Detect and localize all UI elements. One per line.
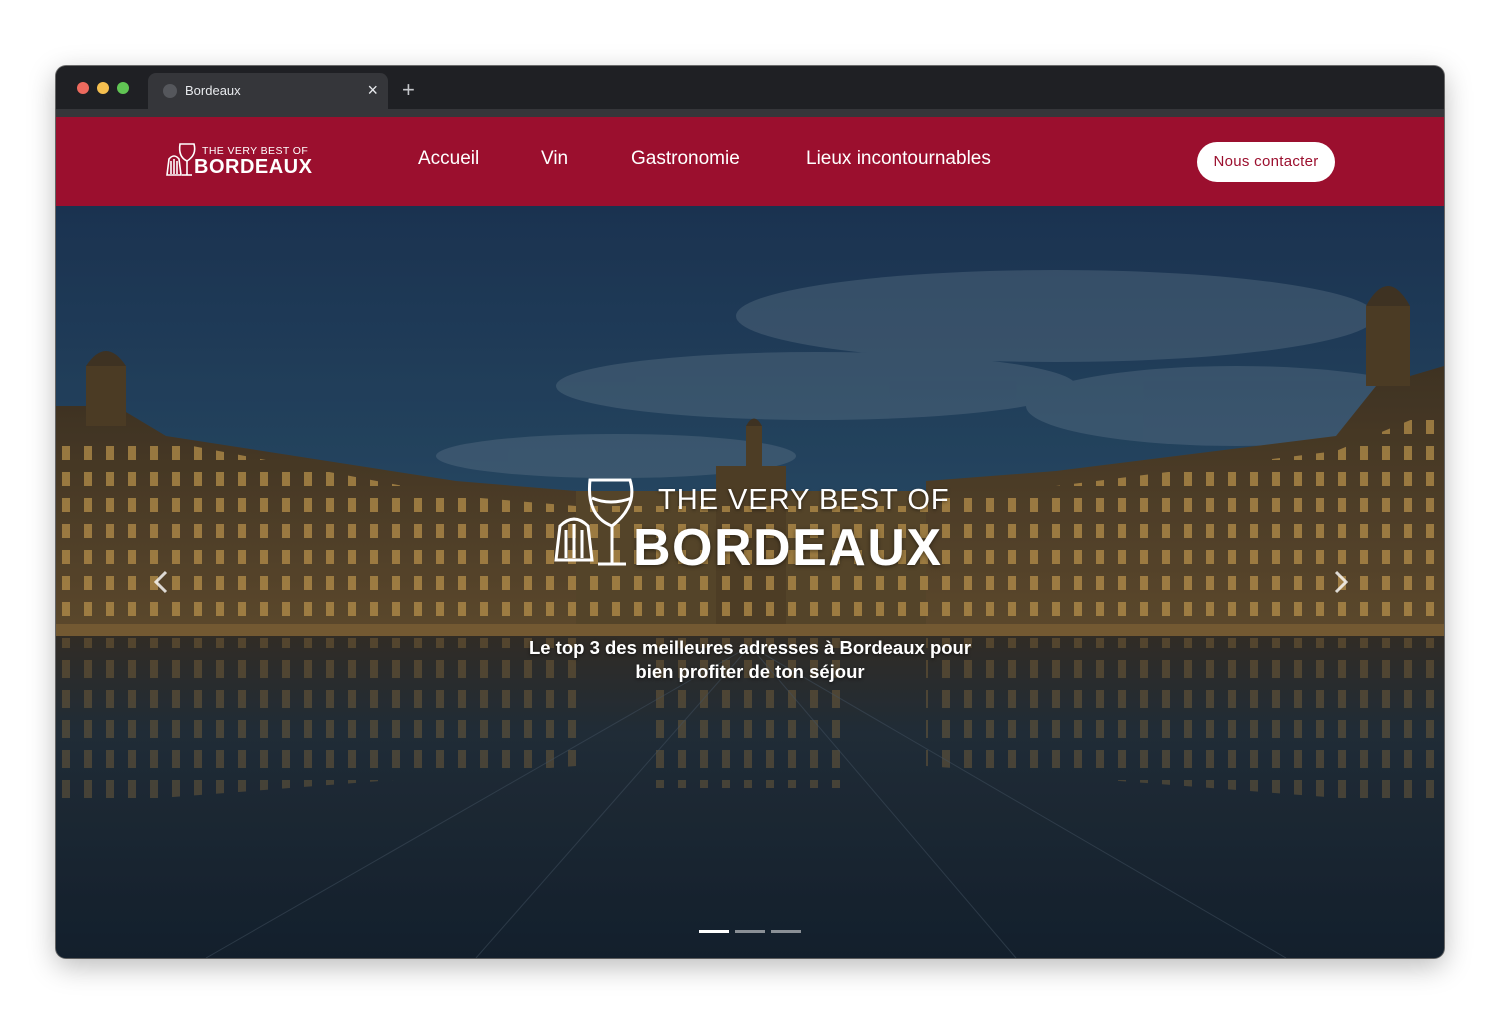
close-window-button[interactable] <box>77 82 89 94</box>
minimize-window-button[interactable] <box>97 82 109 94</box>
carousel-indicator-3[interactable] <box>771 930 801 933</box>
carousel-indicator-1[interactable] <box>699 930 729 933</box>
carousel-next-button[interactable] <box>1326 562 1356 602</box>
new-tab-button[interactable]: + <box>402 78 415 102</box>
tab-strip-bottom <box>56 109 1444 117</box>
contact-button[interactable]: Nous contacter <box>1197 142 1335 182</box>
hero-overlay <box>56 206 1444 958</box>
close-tab-icon[interactable]: × <box>367 79 378 101</box>
nav-link-vin[interactable]: Vin <box>541 148 568 170</box>
site-header: THE VERY BEST OF BORDEAUX Accueil Vin Ga… <box>56 117 1444 206</box>
hero-logo: THE VERY BEST OF BORDEAUX <box>548 476 958 577</box>
site-logo[interactable]: THE VERY BEST OF BORDEAUX <box>164 139 313 183</box>
hero-tagline-line-2: bien profiter de ton séjour <box>635 661 865 682</box>
zoom-window-button[interactable] <box>117 82 129 94</box>
hero-tagline-line-1: Le top 3 des meilleures adresses à Borde… <box>528 637 972 658</box>
logo-wordmark: BORDEAUX <box>194 156 313 178</box>
carousel-prev-button[interactable] <box>146 562 176 602</box>
chevron-right-icon <box>1334 570 1349 594</box>
hero-logo-wordmark: BORDEAUX <box>633 519 943 577</box>
hero-carousel: THE VERY BEST OF BORDEAUX Le top 3 des m… <box>56 206 1444 958</box>
carousel-indicator-2[interactable] <box>735 930 765 933</box>
browser-window: Bordeaux × + THE VERY BEST OF BORDEAUX A… <box>56 66 1444 958</box>
globe-icon <box>163 84 177 98</box>
browser-chrome: Bordeaux × + <box>56 66 1444 117</box>
nav-link-lieux-incontournables[interactable]: Lieux incontournables <box>806 148 991 170</box>
browser-tab[interactable]: Bordeaux × <box>148 73 388 109</box>
nav-link-accueil[interactable]: Accueil <box>418 148 479 170</box>
nav-link-gastronomie[interactable]: Gastronomie <box>631 148 740 170</box>
hero-logo-tagline: THE VERY BEST OF <box>658 484 950 516</box>
hero-tagline: Le top 3 des meilleures adresses à Borde… <box>510 636 990 684</box>
chevron-left-icon <box>153 570 168 594</box>
tab-title: Bordeaux <box>185 83 241 98</box>
